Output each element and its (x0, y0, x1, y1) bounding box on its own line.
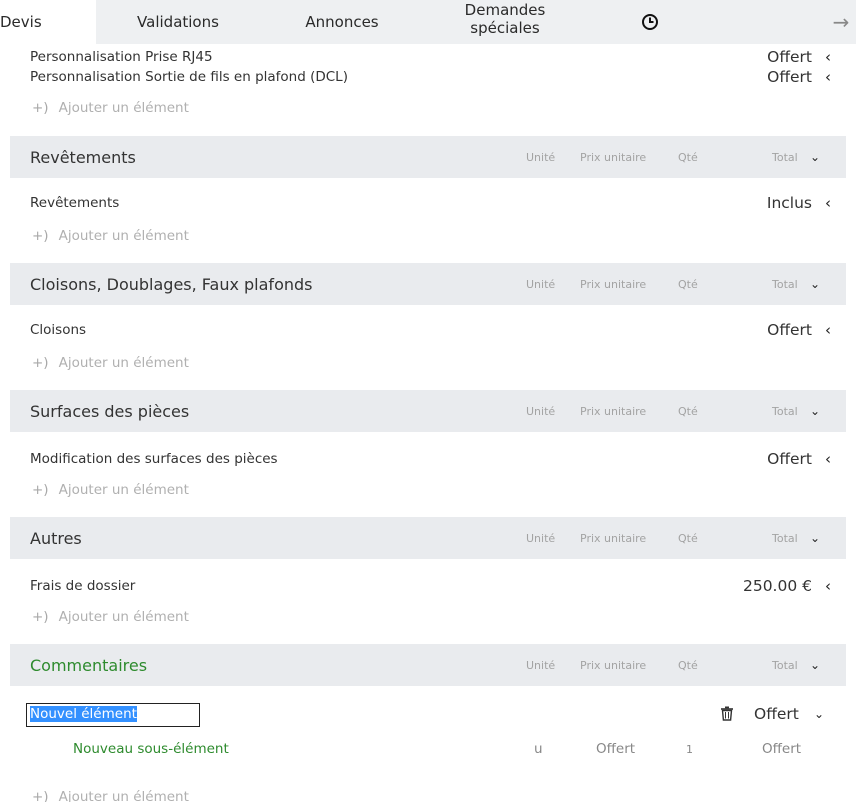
add-element-label: Ajouter un élément (58, 355, 189, 371)
chevron-left-icon[interactable]: ‹ (820, 321, 836, 339)
column-unite: Unité (526, 404, 556, 418)
column-unite: Unité (526, 658, 556, 672)
chevron-left-icon[interactable]: ‹ (820, 577, 836, 595)
column-unite: Unité (526, 277, 556, 291)
section-title: Autres (30, 528, 82, 548)
chevron-down-icon[interactable]: ⌄ (810, 277, 820, 291)
line-item[interactable]: Personnalisation Sortie de fils en plafo… (30, 66, 836, 88)
chevron-down-icon[interactable]: ⌄ (810, 150, 820, 164)
section-header-revetements[interactable]: Revêtements Unité Prix unitaire Qté Tota… (10, 136, 846, 178)
tab-demandes-line1: Demandes (464, 1, 546, 19)
section-title: Cloisons, Doublages, Faux plafonds (30, 274, 313, 294)
section-title: Surfaces des pièces (30, 401, 190, 421)
plus-icon: +) (32, 482, 49, 498)
line-item[interactable]: Personnalisation Prise RJ45 Offert ‹ (30, 46, 836, 68)
column-total: Total (772, 531, 798, 545)
column-total: Total (772, 150, 798, 164)
add-element-button[interactable]: +) Ajouter un élément (32, 606, 189, 628)
column-prix-unitaire: Prix unitaire (580, 150, 647, 164)
column-unite: Unité (526, 150, 556, 164)
column-total: Total (772, 404, 798, 418)
chevron-left-icon[interactable]: ‹ (820, 194, 836, 212)
plus-icon: +) (32, 609, 49, 625)
line-item-name: Modification des surfaces des pièces (30, 451, 278, 467)
line-item-name: Cloisons (30, 322, 87, 338)
line-item-name: Personnalisation Prise RJ45 (30, 49, 213, 65)
plus-icon: +) (32, 100, 49, 116)
section-header-commentaires[interactable]: Commentaires Unité Prix unitaire Qté Tot… (10, 644, 846, 686)
column-unite: Unité (526, 531, 556, 545)
chevron-left-icon[interactable]: ‹ (820, 450, 836, 468)
sub-element-name[interactable]: Nouveau sous-élément (73, 739, 229, 759)
section-header-surfaces[interactable]: Surfaces des pièces Unité Prix unitaire … (10, 390, 846, 432)
section-title: Revêtements (30, 147, 136, 167)
column-qte: Qté (678, 150, 698, 164)
clock-icon[interactable] (630, 0, 670, 44)
sub-element-qty[interactable]: 1 (686, 739, 693, 759)
line-item[interactable]: Frais de dossier 250.00 € ‹ (30, 575, 836, 597)
chevron-left-icon[interactable]: ‹ (820, 68, 836, 86)
tab-devis[interactable]: Devis (0, 0, 96, 44)
trash-icon[interactable] (720, 706, 734, 725)
column-total: Total (772, 277, 798, 291)
column-qte: Qté (678, 658, 698, 672)
column-prix-unitaire: Prix unitaire (580, 658, 647, 672)
chevron-down-icon[interactable]: ⌄ (810, 404, 820, 418)
add-element-button[interactable]: +) Ajouter un élément (32, 786, 189, 802)
add-element-label: Ajouter un élément (58, 228, 189, 244)
sub-element-total: Offert (762, 741, 802, 757)
line-item-value: Inclus (766, 194, 812, 212)
arrow-right-icon[interactable]: → (826, 0, 856, 44)
add-element-button[interactable]: +) Ajouter un élément (32, 479, 189, 501)
line-item-value: Offert (767, 450, 812, 468)
plus-icon: +) (32, 228, 49, 244)
new-element-input[interactable]: Nouvel élément (26, 703, 200, 727)
tab-annonces[interactable]: Annonces (282, 0, 402, 44)
column-qte: Qté (678, 531, 698, 545)
line-item-name: Revêtements (30, 195, 120, 211)
column-prix-unitaire: Prix unitaire (580, 404, 647, 418)
line-item[interactable]: Cloisons Offert ‹ (30, 319, 836, 341)
column-total: Total (772, 658, 798, 672)
tab-demandes-speciales[interactable]: Demandes spéciales (440, 0, 570, 44)
new-element-value: Offert (754, 705, 799, 723)
plus-icon: +) (32, 355, 49, 371)
line-item-value: Offert (767, 321, 812, 339)
line-item[interactable]: Revêtements Inclus ‹ (30, 192, 836, 214)
add-element-label: Ajouter un élément (58, 100, 189, 116)
column-prix-unitaire: Prix unitaire (580, 277, 647, 291)
column-qte: Qté (678, 404, 698, 418)
line-item-value: Offert (767, 48, 812, 66)
section-header-autres[interactable]: Autres Unité Prix unitaire Qté Total ⌄ (10, 517, 846, 559)
section-header-cloisons[interactable]: Cloisons, Doublages, Faux plafonds Unité… (10, 263, 846, 305)
add-element-button[interactable]: +) Ajouter un élément (32, 97, 189, 119)
chevron-down-icon[interactable]: ⌄ (814, 707, 824, 721)
section-title: Commentaires (30, 655, 148, 675)
add-element-button[interactable]: +) Ajouter un élément (32, 225, 189, 247)
chevron-down-icon[interactable]: ⌄ (810, 531, 820, 545)
chevron-left-icon[interactable]: ‹ (820, 48, 836, 66)
line-item-name: Personnalisation Sortie de fils en plafo… (30, 69, 348, 85)
line-item-name: Frais de dossier (30, 578, 136, 594)
add-element-label: Ajouter un élément (58, 789, 189, 802)
column-prix-unitaire: Prix unitaire (580, 531, 647, 545)
add-element-label: Ajouter un élément (58, 609, 189, 625)
add-element-label: Ajouter un élément (58, 482, 189, 498)
add-element-button[interactable]: +) Ajouter un élément (32, 352, 189, 374)
tab-bar: Devis Validations Annonces Demandes spéc… (0, 0, 856, 44)
tab-validations[interactable]: Validations (118, 0, 238, 44)
sub-element-price[interactable]: Offert (596, 739, 635, 759)
sub-element-unit[interactable]: u (534, 739, 543, 759)
chevron-down-icon[interactable]: ⌄ (810, 658, 820, 672)
tab-demandes-line2: spéciales (470, 19, 540, 37)
selected-text: Nouvel élément (30, 706, 137, 722)
line-item-value: Offert (767, 68, 812, 86)
line-item-value: 250.00 € (742, 577, 812, 595)
line-item[interactable]: Modification des surfaces des pièces Off… (30, 448, 836, 470)
plus-icon: +) (32, 789, 49, 802)
column-qte: Qté (678, 277, 698, 291)
